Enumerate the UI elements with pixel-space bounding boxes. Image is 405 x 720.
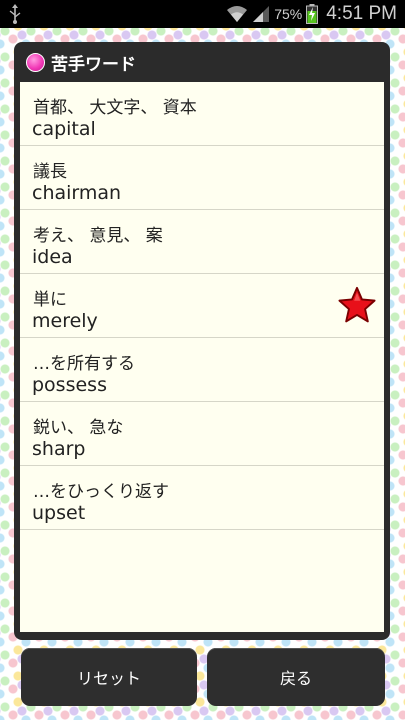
english-word: capital: [32, 118, 96, 140]
pink-dot-icon: [26, 52, 45, 72]
list-item[interactable]: 首都、 大文字、 資本 capital: [20, 82, 384, 146]
japanese-meaning: 首都、 大文字、 資本: [33, 98, 197, 118]
japanese-meaning: …をひっくり返す: [33, 482, 169, 502]
back-button[interactable]: 戻る: [207, 648, 385, 706]
list-item[interactable]: 単に merely: [20, 274, 384, 338]
english-word: merely: [32, 310, 98, 332]
list-item[interactable]: …を所有する possess: [20, 338, 384, 402]
panel-title: 苦手ワード: [51, 54, 136, 75]
status-bar: 75% 4:51 PM: [0, 0, 405, 28]
list-item[interactable]: 議長 chairman: [20, 146, 384, 210]
english-word: idea: [32, 246, 73, 268]
reset-button[interactable]: リセット: [21, 648, 197, 706]
word-list[interactable]: 首都、 大文字、 資本 capital 議長 chairman 考え、 意見、 …: [20, 82, 384, 632]
usb-icon: [9, 4, 21, 24]
wifi-icon: [227, 6, 248, 22]
star-icon[interactable]: [338, 286, 376, 324]
japanese-meaning: 単に: [33, 290, 67, 310]
english-word: chairman: [32, 182, 122, 204]
list-item[interactable]: 考え、 意見、 案 idea: [20, 210, 384, 274]
japanese-meaning: 議長: [33, 162, 67, 182]
weak-words-panel: 苦手ワード 首都、 大文字、 資本 capital 議長 chairman 考え…: [14, 42, 390, 640]
signal-icon: [253, 6, 270, 22]
japanese-meaning: 鋭い、 急な: [33, 418, 124, 438]
list-item[interactable]: …をひっくり返す upset: [20, 466, 384, 530]
japanese-meaning: 考え、 意見、 案: [33, 226, 163, 246]
panel-header: 苦手ワード: [14, 42, 390, 82]
english-word: upset: [32, 502, 86, 524]
clock: 4:51 PM: [326, 3, 397, 24]
english-word: sharp: [32, 438, 86, 460]
battery-charging-icon: [306, 4, 319, 24]
list-item[interactable]: 鋭い、 急な sharp: [20, 402, 384, 466]
japanese-meaning: …を所有する: [33, 354, 135, 374]
battery-percent: 75%: [274, 6, 303, 22]
english-word: possess: [32, 374, 107, 396]
